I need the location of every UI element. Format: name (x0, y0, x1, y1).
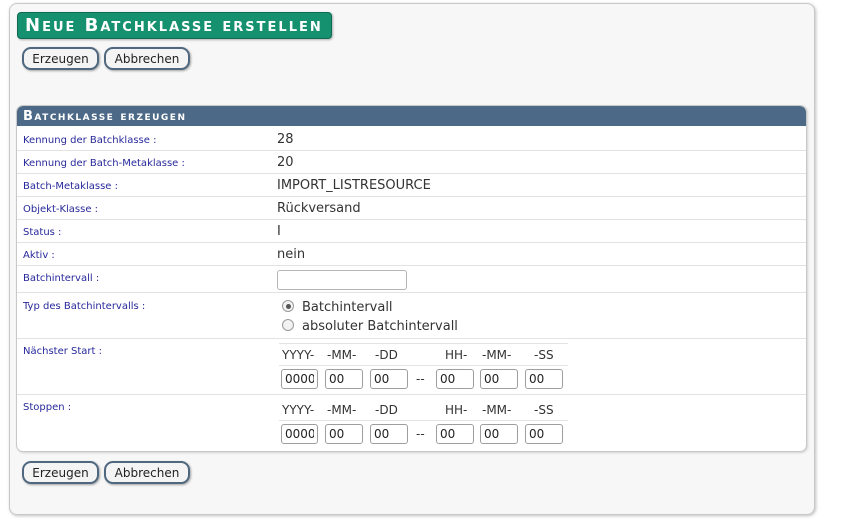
header-day: -DD (375, 403, 398, 417)
label-status: Status : (23, 227, 62, 238)
header-minute: -MM- (482, 403, 512, 417)
cancel-button-bottom[interactable]: Abbrechen (104, 461, 190, 484)
datetime-separator: -- (416, 427, 425, 441)
row-aktiv: Aktiv : nein (17, 243, 806, 266)
row-metaklasse: Batch-Metaklasse : IMPORT_LISTRESOURCE (17, 174, 806, 197)
batchclass-panel: Batchklasse erzeugen Kennung der Batchkl… (16, 105, 807, 452)
cancel-button-top[interactable]: Abbrechen (104, 47, 190, 70)
datetime-divider (279, 365, 568, 366)
stop-second-input[interactable] (525, 424, 563, 444)
label-typ: Typ des Batchintervalls : (23, 301, 146, 312)
panel-header: Batchklasse erzeugen (17, 106, 806, 126)
header-second: -SS (534, 403, 554, 417)
stop-day-input[interactable] (370, 424, 408, 444)
row-status: Status : I (17, 220, 806, 243)
start-minute-input[interactable] (480, 369, 518, 389)
value-objekt: Rückversand (277, 201, 361, 216)
datetime-divider (279, 343, 568, 344)
label-kennung: Kennung der Batchklasse : (23, 135, 157, 146)
stop-hour-input[interactable] (436, 424, 474, 444)
datetime-divider (279, 420, 568, 421)
radio-batchintervall[interactable]: Batchintervall (282, 300, 393, 315)
header-minute: -MM- (482, 348, 512, 362)
value-status: I (277, 224, 281, 239)
stop-month-input[interactable] (325, 424, 363, 444)
row-typ: Typ des Batchintervalls : Batchintervall… (17, 293, 806, 339)
create-button-bottom[interactable]: Erzeugen (22, 461, 99, 484)
batchintervall-input[interactable] (277, 270, 407, 290)
radio-absoluter-batchintervall[interactable]: absoluter Batchintervall (282, 319, 458, 334)
create-button-top[interactable]: Erzeugen (22, 47, 99, 70)
value-kennung: 28 (277, 132, 294, 147)
label-stop: Stoppen : (23, 402, 72, 413)
header-year: YYYY- (282, 403, 315, 417)
label-start: Nächster Start : (23, 346, 102, 357)
stop-year-input[interactable] (281, 424, 318, 444)
radio-label-batchintervall: Batchintervall (302, 300, 393, 315)
row-start: Nächster Start : YYYY- -MM- -DD HH- -MM-… (17, 339, 806, 395)
label-intervall: Batchintervall : (23, 273, 100, 284)
radio-label-absoluter: absoluter Batchintervall (302, 319, 458, 334)
header-month: -MM- (327, 403, 357, 417)
header-year: YYYY- (282, 348, 315, 362)
value-metaklasse: IMPORT_LISTRESOURCE (277, 178, 431, 193)
start-second-input[interactable] (525, 369, 563, 389)
label-metaklasse: Batch-Metaklasse : (23, 181, 118, 192)
row-stop: Stoppen : YYYY- -MM- -DD HH- -MM- -SS -- (17, 395, 806, 451)
row-meta-kennung: Kennung der Batch-Metaklasse : 20 (17, 151, 806, 174)
start-day-input[interactable] (370, 369, 408, 389)
radio-button-unchecked-icon[interactable] (282, 319, 294, 331)
datetime-separator: -- (416, 372, 425, 386)
header-second: -SS (534, 348, 554, 362)
header-hour: HH- (445, 348, 468, 362)
header-day: -DD (375, 348, 398, 362)
stop-minute-input[interactable] (480, 424, 518, 444)
row-objekt: Objekt-Klasse : Rückversand (17, 197, 806, 220)
header-hour: HH- (445, 403, 468, 417)
radio-button-checked-icon[interactable] (282, 300, 294, 312)
label-objekt: Objekt-Klasse : (23, 204, 99, 215)
row-intervall: Batchintervall : (17, 266, 806, 293)
value-aktiv: nein (277, 247, 306, 262)
page-title: Neue Batchklasse erstellen (17, 12, 332, 39)
start-month-input[interactable] (325, 369, 363, 389)
header-month: -MM- (327, 348, 357, 362)
start-hour-input[interactable] (436, 369, 474, 389)
label-aktiv: Aktiv : (23, 250, 55, 261)
label-meta-kennung: Kennung der Batch-Metaklasse : (23, 158, 185, 169)
row-kennung: Kennung der Batchklasse : 28 (17, 127, 806, 151)
start-year-input[interactable] (281, 369, 318, 389)
value-meta-kennung: 20 (277, 155, 294, 170)
